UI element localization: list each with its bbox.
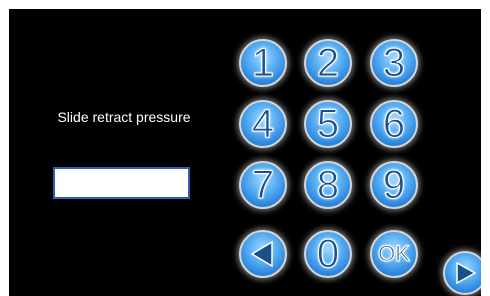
key-5-label: 5 [316, 102, 340, 146]
key-4-button[interactable]: 4 [239, 100, 287, 148]
left-arrow-icon [250, 240, 273, 268]
key-7-label: 7 [251, 163, 275, 207]
next-button[interactable] [443, 251, 481, 295]
keypad-screen: Slide retract pressure 1 2 3 4 5 6 7 8 9… [9, 9, 481, 296]
key-6-button[interactable]: 6 [370, 100, 418, 148]
key-4-label: 4 [251, 102, 275, 146]
prompt-label: Slide retract pressure [57, 109, 191, 125]
key-1-label: 1 [251, 41, 275, 85]
key-2-button[interactable]: 2 [304, 39, 352, 87]
key-3-button[interactable]: 3 [370, 39, 418, 87]
ok-button[interactable]: OK [370, 230, 418, 278]
key-7-button[interactable]: 7 [239, 161, 287, 209]
backspace-button[interactable] [239, 230, 287, 278]
key-9-button[interactable]: 9 [370, 161, 418, 209]
ok-label: OK [378, 241, 411, 266]
key-6-label: 6 [382, 102, 406, 146]
key-0-button[interactable]: 0 [304, 230, 352, 278]
key-5-button[interactable]: 5 [304, 100, 352, 148]
key-1-button[interactable]: 1 [239, 39, 287, 87]
key-8-button[interactable]: 8 [304, 161, 352, 209]
key-0-label: 0 [316, 232, 340, 276]
key-9-label: 9 [382, 163, 406, 207]
right-arrow-icon [456, 261, 477, 285]
value-entry-field[interactable] [53, 167, 190, 199]
key-2-label: 2 [316, 41, 340, 85]
key-3-label: 3 [382, 41, 406, 85]
key-8-label: 8 [316, 163, 340, 207]
